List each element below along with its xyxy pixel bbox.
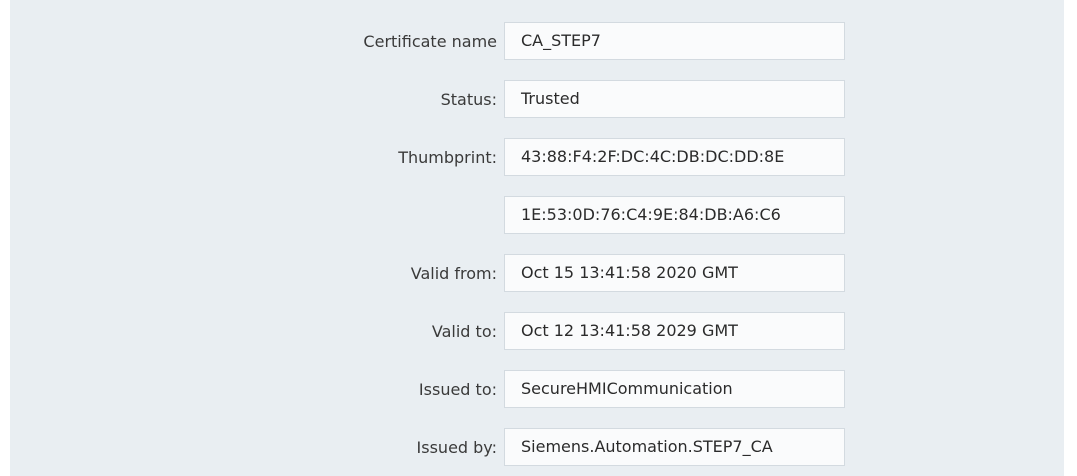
valid-to-label: Valid to: xyxy=(431,322,497,341)
thumbprint-row: Thumbprint: 43:88:F4:2F:DC:4C:DB:DC:DD:8… xyxy=(10,138,1064,178)
valid-from-row: Valid from: Oct 15 13:41:58 2020 GMT xyxy=(10,254,1064,294)
issued-by-row: Issued by: Siemens.Automation.STEP7_CA xyxy=(10,428,1064,468)
certificate-name-field[interactable]: CA_STEP7 xyxy=(504,22,845,60)
valid-from-label: Valid from: xyxy=(410,264,497,283)
status-field[interactable]: Trusted xyxy=(504,80,845,118)
issued-by-field[interactable]: Siemens.Automation.STEP7_CA xyxy=(504,428,845,466)
valid-to-row: Valid to: Oct 12 13:41:58 2029 GMT xyxy=(10,312,1064,352)
certificate-details-panel: Certificate name CA_STEP7 Status: Truste… xyxy=(10,0,1064,476)
issued-to-row: Issued to: SecureHMICommunication xyxy=(10,370,1064,410)
certificate-name-row: Certificate name CA_STEP7 xyxy=(10,22,1064,62)
thumbprint-field-line2[interactable]: 1E:53:0D:76:C4:9E:84:DB:A6:C6 xyxy=(504,196,845,234)
certificate-name-label: Certificate name xyxy=(363,32,497,51)
valid-from-field[interactable]: Oct 15 13:41:58 2020 GMT xyxy=(504,254,845,292)
issued-by-label: Issued by: xyxy=(416,438,497,457)
issued-to-field[interactable]: SecureHMICommunication xyxy=(504,370,845,408)
thumbprint-field-line1[interactable]: 43:88:F4:2F:DC:4C:DB:DC:DD:8E xyxy=(504,138,845,176)
thumbprint-label: Thumbprint: xyxy=(398,148,497,167)
valid-to-field[interactable]: Oct 12 13:41:58 2029 GMT xyxy=(504,312,845,350)
issued-to-label: Issued to: xyxy=(418,380,497,399)
status-row: Status: Trusted xyxy=(10,80,1064,120)
status-label: Status: xyxy=(440,90,497,109)
thumbprint-continuation-row: 1E:53:0D:76:C4:9E:84:DB:A6:C6 xyxy=(10,196,1064,236)
